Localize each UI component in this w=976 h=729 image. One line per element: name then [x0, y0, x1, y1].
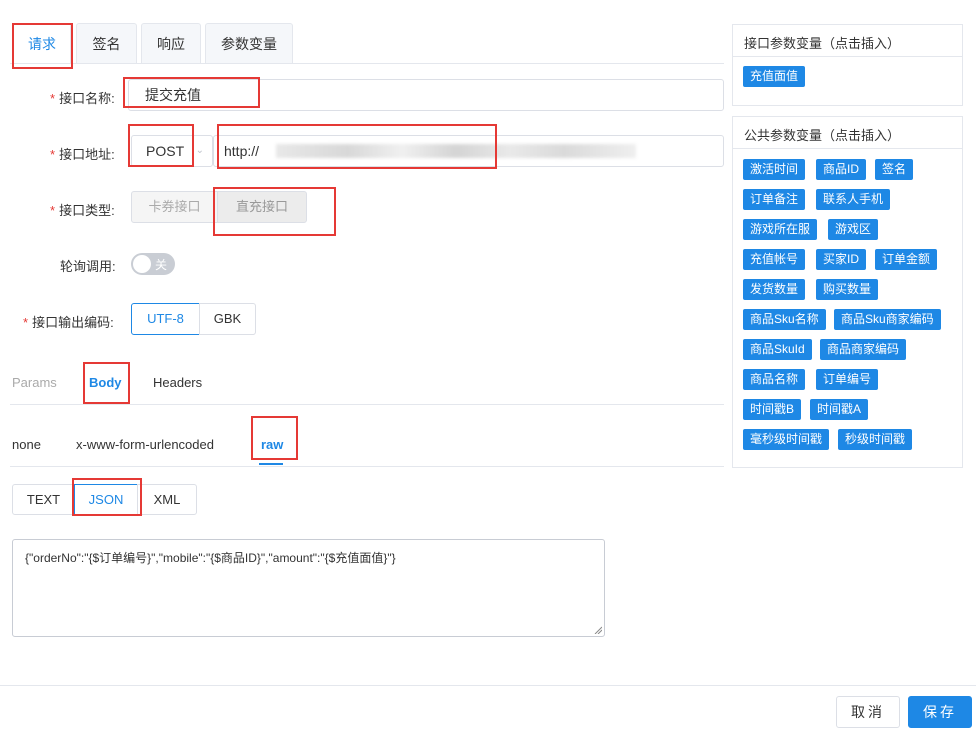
var-tag[interactable]: 商品商家编码: [820, 339, 907, 360]
public-vars-panel: 公共参数变量（点击插入） 激活时间 商品ID 签名 订单备注 联系人手机 游戏所…: [732, 116, 963, 468]
method-value: POST: [146, 143, 185, 159]
tab-params[interactable]: Params: [12, 375, 57, 390]
encoding-utf8-button[interactable]: UTF-8: [131, 303, 200, 335]
resize-grip-icon[interactable]: [594, 626, 602, 634]
var-tag[interactable]: 秒级时间戳: [838, 429, 913, 450]
tab-headers[interactable]: Headers: [153, 375, 202, 390]
public-vars-title: 公共参数变量（点击插入）: [744, 128, 901, 143]
url-blurred: [276, 144, 636, 158]
var-tag[interactable]: 订单金额: [875, 249, 938, 270]
var-tag[interactable]: 充值帐号: [743, 249, 806, 270]
toggle-state: 关: [155, 258, 168, 272]
var-tag[interactable]: 订单编号: [816, 369, 879, 390]
type-direct-button[interactable]: 直充接口: [217, 191, 307, 223]
body-type-none[interactable]: none: [12, 437, 41, 452]
format-xml-button[interactable]: XML: [137, 484, 197, 515]
var-tag[interactable]: 商品ID: [816, 159, 867, 180]
url-label: * 接口地址:: [50, 147, 115, 162]
var-tag[interactable]: 商品Sku商家编码: [834, 309, 941, 330]
tab-response[interactable]: 响应: [141, 23, 201, 63]
encoding-label: * 接口输出编码:: [23, 315, 114, 330]
var-tag[interactable]: 充值面值: [743, 66, 806, 87]
tab-body[interactable]: Body: [89, 375, 122, 390]
save-button[interactable]: 保存: [908, 696, 972, 728]
var-tag[interactable]: 毫秒级时间戳: [743, 429, 830, 450]
body-types-divider: [10, 466, 724, 467]
interface-name-input[interactable]: 提交充值: [128, 79, 724, 111]
public-vars-divider: [733, 148, 962, 149]
type-coupon-button[interactable]: 卡券接口: [131, 191, 218, 223]
var-tag[interactable]: 游戏区: [828, 219, 879, 240]
type-label: * 接口类型:: [50, 203, 115, 218]
tabs-divider: [10, 63, 724, 64]
polling-label: 轮询调用:: [60, 259, 116, 274]
format-text-button[interactable]: TEXT: [12, 484, 75, 515]
request-tabs-divider: [10, 404, 724, 405]
encoding-gbk-button[interactable]: GBK: [199, 303, 256, 335]
toggle-knob: [133, 255, 151, 273]
var-tag[interactable]: 签名: [875, 159, 914, 180]
method-select[interactable]: POST ⌄: [131, 135, 213, 167]
url-value: http://: [224, 143, 260, 159]
var-tag[interactable]: 时间戳A: [810, 399, 869, 420]
var-tag[interactable]: 订单备注: [743, 189, 806, 210]
interface-vars-panel: 接口参数变量（点击插入） 充值面值: [732, 24, 963, 106]
interface-vars-title: 接口参数变量（点击插入）: [744, 36, 901, 51]
var-tag[interactable]: 联系人手机: [816, 189, 891, 210]
body-content-textarea[interactable]: {"orderNo":"{$订单编号}","mobile":"{$商品ID}",…: [12, 539, 605, 637]
footer-divider: [0, 685, 976, 686]
var-tag[interactable]: 商品Sku名称: [743, 309, 826, 330]
polling-toggle[interactable]: 关: [131, 253, 175, 275]
chevron-down-icon: ⌄: [195, 145, 204, 156]
var-tag[interactable]: 游戏所在服: [743, 219, 818, 240]
format-json-button[interactable]: JSON: [74, 484, 138, 515]
tab-signature[interactable]: 签名: [76, 23, 137, 63]
tab-param-vars[interactable]: 参数变量: [205, 23, 293, 63]
body-content: {"orderNo":"{$订单编号}","mobile":"{$商品ID}",…: [25, 551, 396, 565]
var-tag[interactable]: 时间戳B: [743, 399, 802, 420]
var-tag[interactable]: 激活时间: [743, 159, 806, 180]
name-label: * 接口名称:: [50, 91, 115, 106]
var-tag[interactable]: 购买数量: [816, 279, 879, 300]
var-tag[interactable]: 商品名称: [743, 369, 806, 390]
var-tag[interactable]: 商品SkuId: [743, 339, 812, 360]
cancel-button[interactable]: 取消: [836, 696, 900, 728]
body-type-raw[interactable]: raw: [261, 437, 283, 452]
body-type-urlencoded[interactable]: x-www-form-urlencoded: [76, 437, 214, 452]
raw-underline: [259, 463, 283, 465]
tab-request[interactable]: 请求: [13, 23, 71, 63]
var-tag[interactable]: 买家ID: [816, 249, 867, 270]
var-tag[interactable]: 发货数量: [743, 279, 806, 300]
interface-vars-divider: [733, 56, 962, 57]
url-input[interactable]: http://: [213, 135, 724, 167]
